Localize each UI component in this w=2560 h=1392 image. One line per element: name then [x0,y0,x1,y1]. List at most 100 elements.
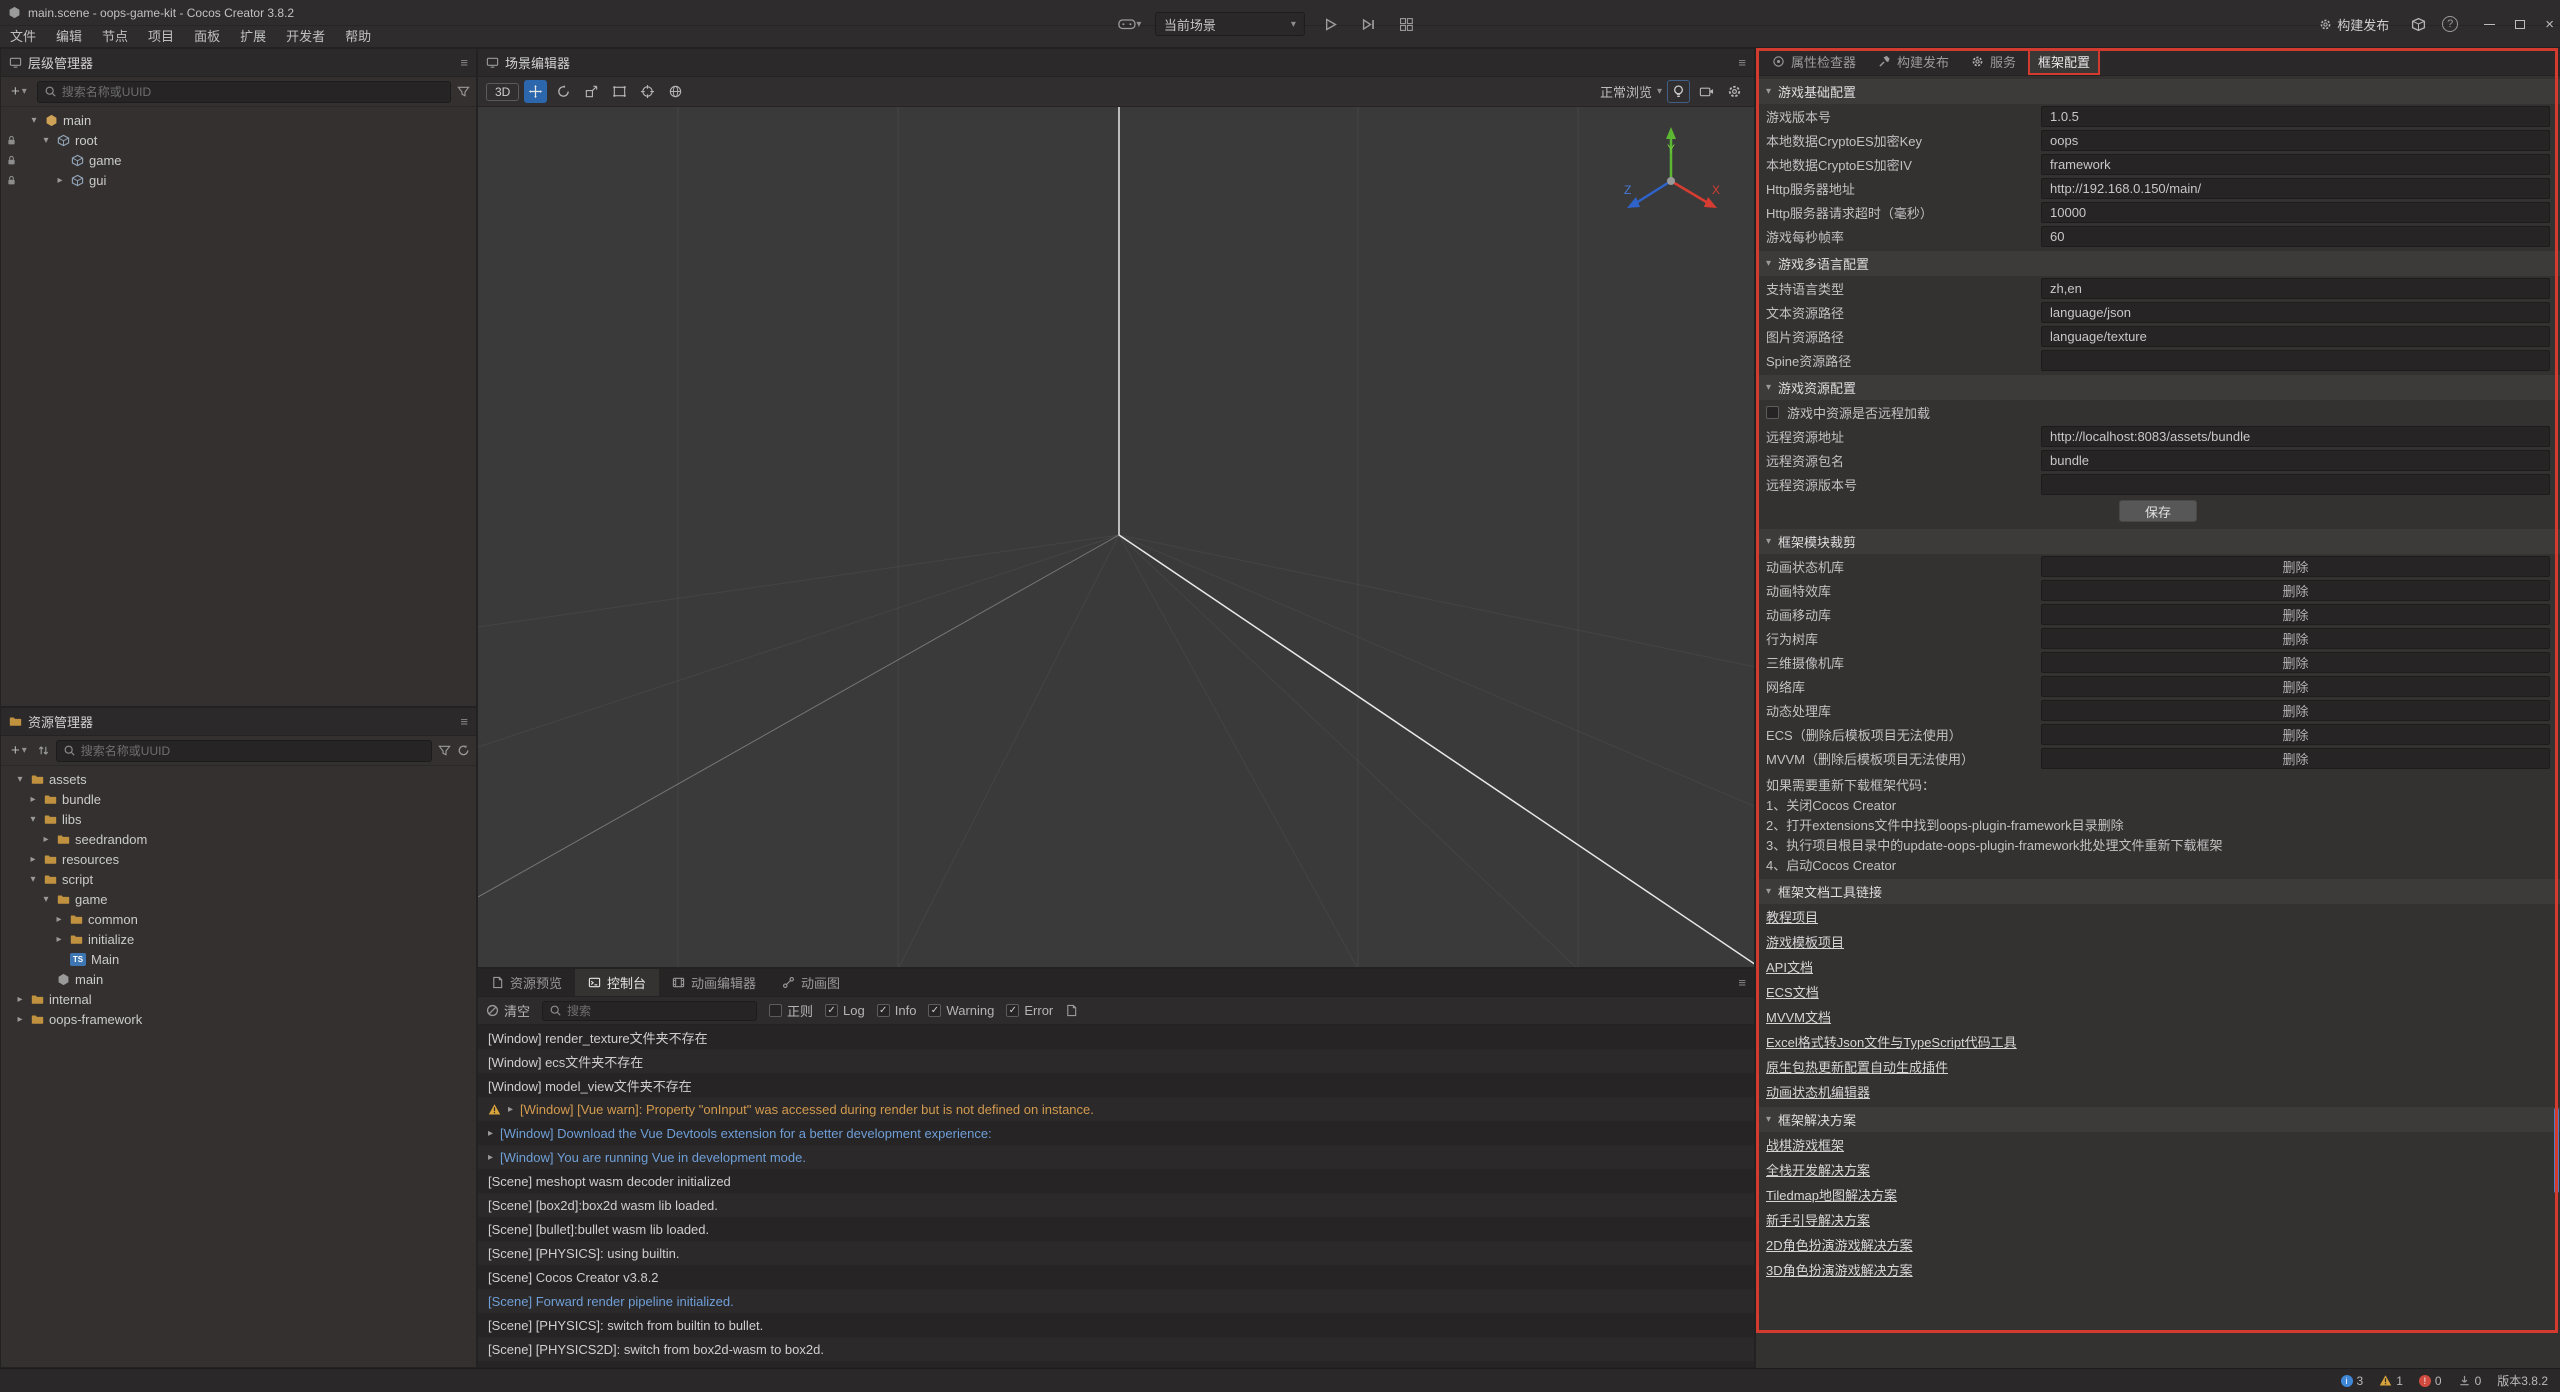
tab-asset-preview[interactable]: 资源预览 [478,969,575,996]
menu-file[interactable]: 文件 [0,26,46,48]
move-tool-button[interactable] [524,80,547,103]
asset-node-resources[interactable]: ▸ resources [1,849,476,869]
link-3d-rpg-solution[interactable]: 3D角色扮演游戏解决方案 [1766,1260,1913,1279]
delete-effect-button[interactable]: 删除 [2041,580,2550,601]
chevron-right-icon[interactable]: ▸ [508,1104,513,1115]
section-resource-config[interactable]: ▾ 游戏资源配置 [1756,375,2560,400]
console-search[interactable] [542,1001,757,1021]
create-asset-button[interactable]: +▾ [7,742,31,759]
chevron-right-icon[interactable]: ▸ [488,1152,493,1163]
section-language-config[interactable]: ▾ 游戏多语言配置 [1756,251,2560,276]
play-button[interactable] [1317,11,1343,37]
asset-node-libs[interactable]: ▾ libs [1,809,476,829]
link-wargame-framework[interactable]: 战棋游戏框架 [1766,1135,1844,1154]
chevron-right-icon[interactable]: ▸ [14,1014,26,1025]
chevron-down-icon[interactable]: ▾ [40,135,52,146]
asset-node-game[interactable]: ▾ game [1,889,476,909]
rotate-tool-button[interactable] [552,80,575,103]
pivot-tool-button[interactable] [636,80,659,103]
http-server-input[interactable] [2041,178,2550,199]
filter-icon[interactable] [438,744,451,757]
scene-gizmo-settings-button[interactable] [1723,80,1746,103]
link-mvvm-docs[interactable]: MVVM文档 [1766,1007,1831,1026]
asset-node-script[interactable]: ▾ script [1,869,476,889]
chevron-right-icon[interactable]: ▸ [54,175,66,186]
checkbox-checked[interactable]: ✓ [877,1004,890,1017]
lang-json-path-input[interactable] [2041,302,2550,323]
minimize-button[interactable] [2484,24,2495,25]
asset-node-bundle[interactable]: ▸ bundle [1,789,476,809]
log-row-warning[interactable]: ▸ [Window] [Vue warn]: Property "onInput… [478,1097,1754,1121]
axis-gizmo[interactable]: Y X Z [1616,119,1726,229]
asset-node-main-ts[interactable]: TS Main [1,949,476,969]
lock-icon[interactable] [6,155,17,166]
section-docs-links[interactable]: ▾ 框架文档工具链接 [1756,879,2560,904]
filter-log[interactable]: ✓Log [825,1003,865,1018]
current-scene-select[interactable]: 当前场景 ▾ [1155,12,1305,36]
console-search-input[interactable] [567,1004,750,1018]
tab-framework-config[interactable]: 框架配置 [2028,48,2100,75]
menu-developer[interactable]: 开发者 [276,26,335,48]
link-tutorial-project[interactable]: 教程项目 [1766,907,1818,926]
help-button[interactable]: ? [2442,16,2458,32]
layout-button[interactable] [1393,11,1419,37]
chevron-down-icon[interactable]: ▾ [40,894,52,905]
section-module-trim[interactable]: ▾ 框架模块裁剪 [1756,529,2560,554]
link-2d-rpg-solution[interactable]: 2D角色扮演游戏解决方案 [1766,1235,1913,1254]
asset-node-common[interactable]: ▸ common [1,909,476,929]
link-api-docs[interactable]: API文档 [1766,957,1813,976]
chevron-right-icon[interactable]: ▸ [53,934,65,945]
delete-animator-button[interactable]: 删除 [2041,556,2550,577]
checkbox-checked[interactable]: ✓ [825,1004,838,1017]
scene-viewport[interactable]: Y X Z [478,107,1754,967]
log-row-info[interactable]: ▸ [Window] Download the Vue Devtools ext… [478,1121,1754,1145]
lang-texture-path-input[interactable] [2041,326,2550,347]
link-template-project[interactable]: 游戏模板项目 [1766,932,1844,951]
asset-node-internal[interactable]: ▸ internal [1,989,476,1009]
hierarchy-node-root[interactable]: ▾ root [1,130,476,150]
filter-icon[interactable] [457,85,470,98]
close-button[interactable]: × [2545,17,2554,32]
panel-menu-icon[interactable]: ≡ [1738,55,1746,70]
languages-input[interactable] [2041,278,2550,299]
asset-node-seedrandom[interactable]: ▸ seedrandom [1,829,476,849]
link-ecs-docs[interactable]: ECS文档 [1766,982,1819,1001]
fps-input[interactable] [2041,226,2550,247]
crypto-iv-input[interactable] [2041,154,2550,175]
panel-menu-icon[interactable]: ≡ [1738,975,1746,990]
camera-settings-button[interactable] [1695,80,1718,103]
section-solutions[interactable]: ▾ 框架解决方案 [1756,1107,2560,1132]
link-animator-editor[interactable]: 动画状态机编辑器 [1766,1082,1870,1101]
log-file-icon[interactable] [1065,1004,1078,1017]
asset-node-oops-framework[interactable]: ▸ oops-framework [1,1009,476,1029]
log-row-info[interactable]: ▸ [Window] You are running Vue in develo… [478,1145,1754,1169]
hierarchy-search[interactable] [37,81,451,103]
checkbox-unchecked[interactable] [1766,406,1779,419]
game-version-input[interactable] [2041,106,2550,127]
menu-node[interactable]: 节点 [92,26,138,48]
section-basic-config[interactable]: ▾ 游戏基础配置 [1756,79,2560,104]
remote-url-input[interactable] [2041,426,2550,447]
scrollbar-thumb[interactable] [2554,1108,2559,1193]
tab-console[interactable]: 控制台 [575,969,659,996]
link-tiledmap-solution[interactable]: Tiledmap地图解决方案 [1766,1185,1897,1204]
delete-dynamic-button[interactable]: 删除 [2041,700,2550,721]
sort-icon[interactable] [37,744,50,757]
delete-behavior-tree-button[interactable]: 删除 [2041,628,2550,649]
chevron-down-icon[interactable]: ▾ [27,874,39,885]
package-icon[interactable] [2411,17,2426,32]
delete-network-button[interactable]: 删除 [2041,676,2550,697]
filter-info[interactable]: ✓Info [877,1003,917,1018]
http-timeout-input[interactable] [2041,202,2550,223]
menu-help[interactable]: 帮助 [335,26,381,48]
assets-search-input[interactable] [81,744,425,758]
hierarchy-node-gui[interactable]: ▸ gui [1,170,476,190]
maximize-button[interactable] [2515,20,2525,29]
hierarchy-node-main[interactable]: ▾ main [1,110,476,130]
filter-warning[interactable]: ✓Warning [928,1003,994,1018]
panel-menu-icon[interactable]: ≡ [460,714,468,729]
lighting-toggle-button[interactable] [1667,80,1690,103]
delete-move-button[interactable]: 删除 [2041,604,2550,625]
preview-device-button[interactable]: ▾ [1117,11,1143,37]
remote-load-checkbox-row[interactable]: 游戏中资源是否远程加载 [1756,400,2560,424]
